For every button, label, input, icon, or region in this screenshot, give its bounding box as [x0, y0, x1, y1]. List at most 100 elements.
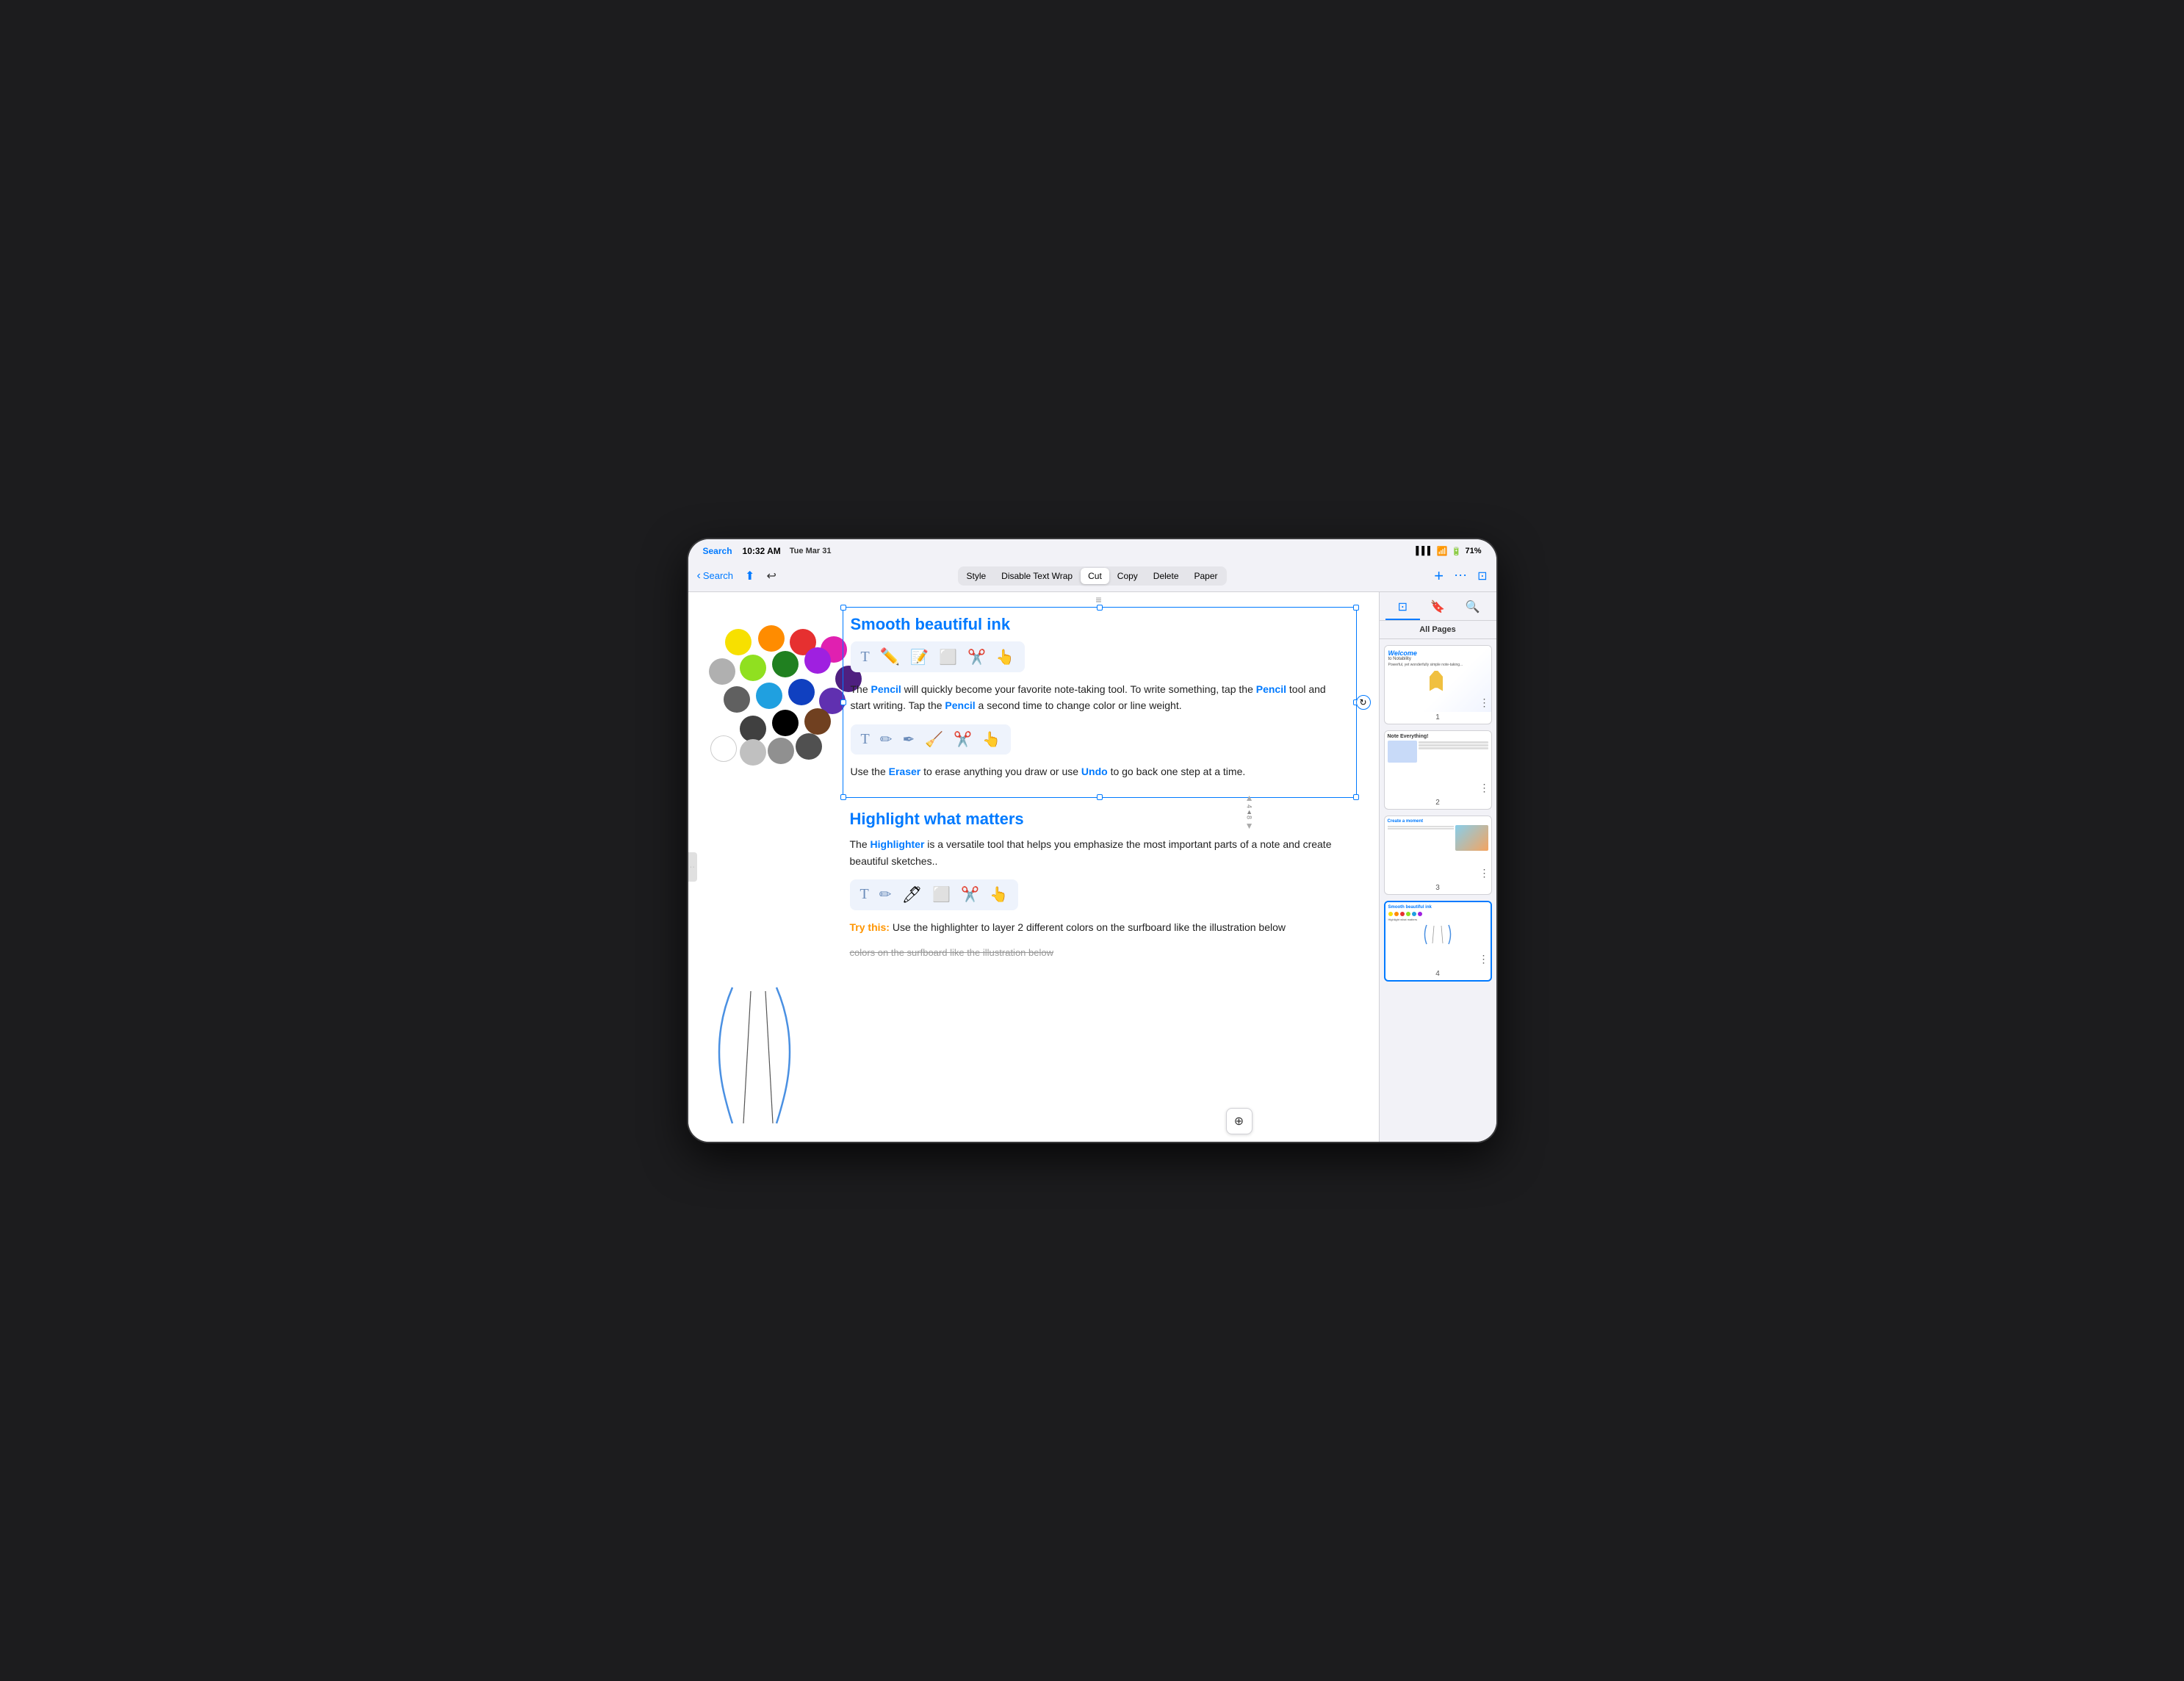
toolbar-left: ‹ Search ⬆ ↩: [697, 569, 776, 583]
scissors2-icon: ✂️: [954, 730, 972, 749]
ipad-frame: Search 10:32 AM Tue Mar 31 ▌▌▌ 📶 🔋 71% ‹…: [688, 539, 1496, 1142]
pencil-thin-icon: ✏: [880, 730, 893, 749]
handle-bm[interactable]: [1097, 794, 1103, 800]
eraser-pink-icon: 🧹: [925, 730, 943, 749]
handle-tr[interactable]: [1353, 605, 1359, 611]
main-area: :: [688, 592, 1496, 1142]
handle-br[interactable]: [1353, 794, 1359, 800]
drag-handle: ≡: [1095, 594, 1103, 605]
status-time: 10:32 AM: [743, 546, 781, 556]
pencil-word-2: Pencil: [1256, 683, 1286, 695]
color-circle-18[interactable]: [768, 738, 794, 764]
status-date: Tue Mar 31: [790, 547, 832, 555]
thumb-img-2: Note Everything!: [1385, 731, 1491, 797]
text-tool-icon-2: T: [861, 731, 870, 748]
pages-view-button[interactable]: ⊡: [1477, 569, 1487, 583]
undo-word: Undo: [1081, 766, 1108, 777]
tab-bookmarks[interactable]: 🔖: [1420, 597, 1455, 620]
color-circle-0[interactable]: [725, 629, 752, 655]
status-bar: Search 10:32 AM Tue Mar 31 ▌▌▌ 📶 🔋 71%: [688, 539, 1496, 560]
handle-ml[interactable]: [840, 699, 846, 705]
disable-text-wrap-button[interactable]: Disable Text Wrap: [994, 568, 1080, 584]
page-1-more[interactable]: ⋮: [1480, 696, 1490, 709]
section2-container: Highlight what matters The Highlighter i…: [843, 810, 1357, 961]
tool-icons-row-3: T ✏ 🖊 ⬜ ✂️ 👆: [850, 879, 1019, 910]
eraser-outline-icon: ⬜: [939, 648, 957, 666]
tab-pages[interactable]: ⊡: [1385, 597, 1421, 620]
thumb-img-1: Welcome to Notability Powerful, yet wond…: [1385, 646, 1491, 712]
page-thumbnails[interactable]: Welcome to Notability Powerful, yet wond…: [1380, 639, 1496, 1142]
sketch-area: [696, 980, 821, 1127]
color-circle-6[interactable]: [772, 651, 799, 677]
zoom-button[interactable]: ⊕: [1226, 1108, 1253, 1134]
scroll-up-icon[interactable]: ▲: [1245, 793, 1254, 803]
tool-icons-row-2: T ✏ ✒ 🧹 ✂️ 👆: [851, 724, 1011, 755]
page-number-1: 1: [1385, 712, 1491, 724]
paper-button[interactable]: Paper: [1186, 568, 1225, 584]
share-button[interactable]: ⬆: [745, 569, 754, 583]
selection-box[interactable]: ↻ Smooth beautiful ink T ✏️ 📝 ⬜ ✂️ 👆: [843, 607, 1357, 798]
wifi-icon: 📶: [1437, 546, 1448, 556]
page-thumb-1[interactable]: Welcome to Notability Powerful, yet wond…: [1384, 645, 1492, 724]
color-circle-10[interactable]: [756, 683, 782, 709]
drawing-area[interactable]: :: [688, 592, 1379, 1142]
scroll-indicator[interactable]: ▲ 4▲8 ▼: [1245, 793, 1254, 831]
copy-button[interactable]: Copy: [1110, 568, 1145, 584]
color-circle-16[interactable]: [710, 735, 737, 762]
scissors-icon: ✂️: [967, 648, 986, 666]
color-circle-14[interactable]: [772, 710, 799, 736]
battery-icon: 🔋: [1452, 547, 1462, 556]
color-circle-1[interactable]: [758, 625, 785, 652]
toolbar-right: + ⋯ ⊡: [1434, 566, 1487, 586]
signal-icon: ▌▌▌: [1416, 547, 1432, 555]
color-circle-9[interactable]: [724, 686, 750, 713]
pencil-blue-icon: ✏️: [880, 647, 900, 666]
section1-title: Smooth beautiful ink: [851, 615, 1349, 634]
sidebar-tabs: ⊡ 🔖 🔍: [1380, 592, 1496, 621]
pencil-outline2-icon: ✒: [902, 730, 915, 749]
tab-search[interactable]: 🔍: [1455, 597, 1491, 620]
page-thumb-2[interactable]: Note Everything! 2: [1384, 730, 1492, 810]
color-circle-4[interactable]: [709, 658, 735, 685]
section1-eraser-body: Use the Eraser to erase anything you dra…: [851, 763, 1349, 780]
section2-try-body: Try this: Use the highlighter to layer 2…: [850, 919, 1349, 935]
handle-tm[interactable]: [1097, 605, 1103, 611]
color-circle-5[interactable]: [740, 655, 766, 681]
all-pages-label: All Pages: [1380, 621, 1496, 639]
handle-tl[interactable]: [840, 605, 846, 611]
page-3-more[interactable]: ⋮: [1480, 867, 1490, 879]
color-circle-19[interactable]: [796, 733, 822, 760]
page-number-3: 3: [1385, 882, 1491, 894]
handle-bl[interactable]: [840, 794, 846, 800]
cut-button[interactable]: Cut: [1081, 568, 1109, 584]
page-number-2: 2: [1385, 797, 1491, 809]
zoom-icon: ⊕: [1234, 1114, 1244, 1129]
page-4-more[interactable]: ⋮: [1479, 953, 1489, 965]
back-chevron-icon: ‹: [697, 569, 701, 583]
scroll-page-num: 4▲8: [1246, 804, 1253, 819]
page-thumb-4[interactable]: Smooth beautiful ink Highlight what matt…: [1384, 901, 1492, 982]
back-button[interactable]: ‹ Search: [697, 569, 734, 583]
more-button[interactable]: ⋯: [1454, 568, 1467, 583]
left-edge-handle[interactable]: :: [688, 852, 697, 882]
scroll-down-icon[interactable]: ▼: [1245, 821, 1254, 831]
thumb-img-3: Create a moment: [1385, 816, 1491, 882]
color-circle-13[interactable]: [740, 716, 766, 742]
style-button[interactable]: Style: [959, 568, 993, 584]
page-2-more[interactable]: ⋮: [1480, 782, 1490, 794]
rotate-handle[interactable]: ↻: [1356, 695, 1371, 710]
scissors3-icon: ✂️: [961, 885, 979, 904]
add-button[interactable]: +: [1434, 566, 1444, 586]
page-thumb-3[interactable]: Create a moment 3 ⋮: [1384, 816, 1492, 895]
highlighter-word: Highlighter: [871, 838, 925, 850]
pencil-icon-3: ✏: [879, 885, 892, 904]
delete-button[interactable]: Delete: [1146, 568, 1186, 584]
section2-try-strike: colors on the surfboard like the illustr…: [850, 946, 1349, 961]
right-sidebar: ⊡ 🔖 🔍 All Pages Welcome: [1379, 592, 1496, 1142]
bookmark-tab-icon: 🔖: [1430, 600, 1445, 614]
undo-button[interactable]: ↩: [766, 569, 776, 583]
color-circle-17[interactable]: [740, 739, 766, 766]
pencil-word-1: Pencil: [871, 683, 901, 695]
color-circle-11[interactable]: [788, 679, 815, 705]
hand3-icon: 👆: [990, 885, 1008, 904]
